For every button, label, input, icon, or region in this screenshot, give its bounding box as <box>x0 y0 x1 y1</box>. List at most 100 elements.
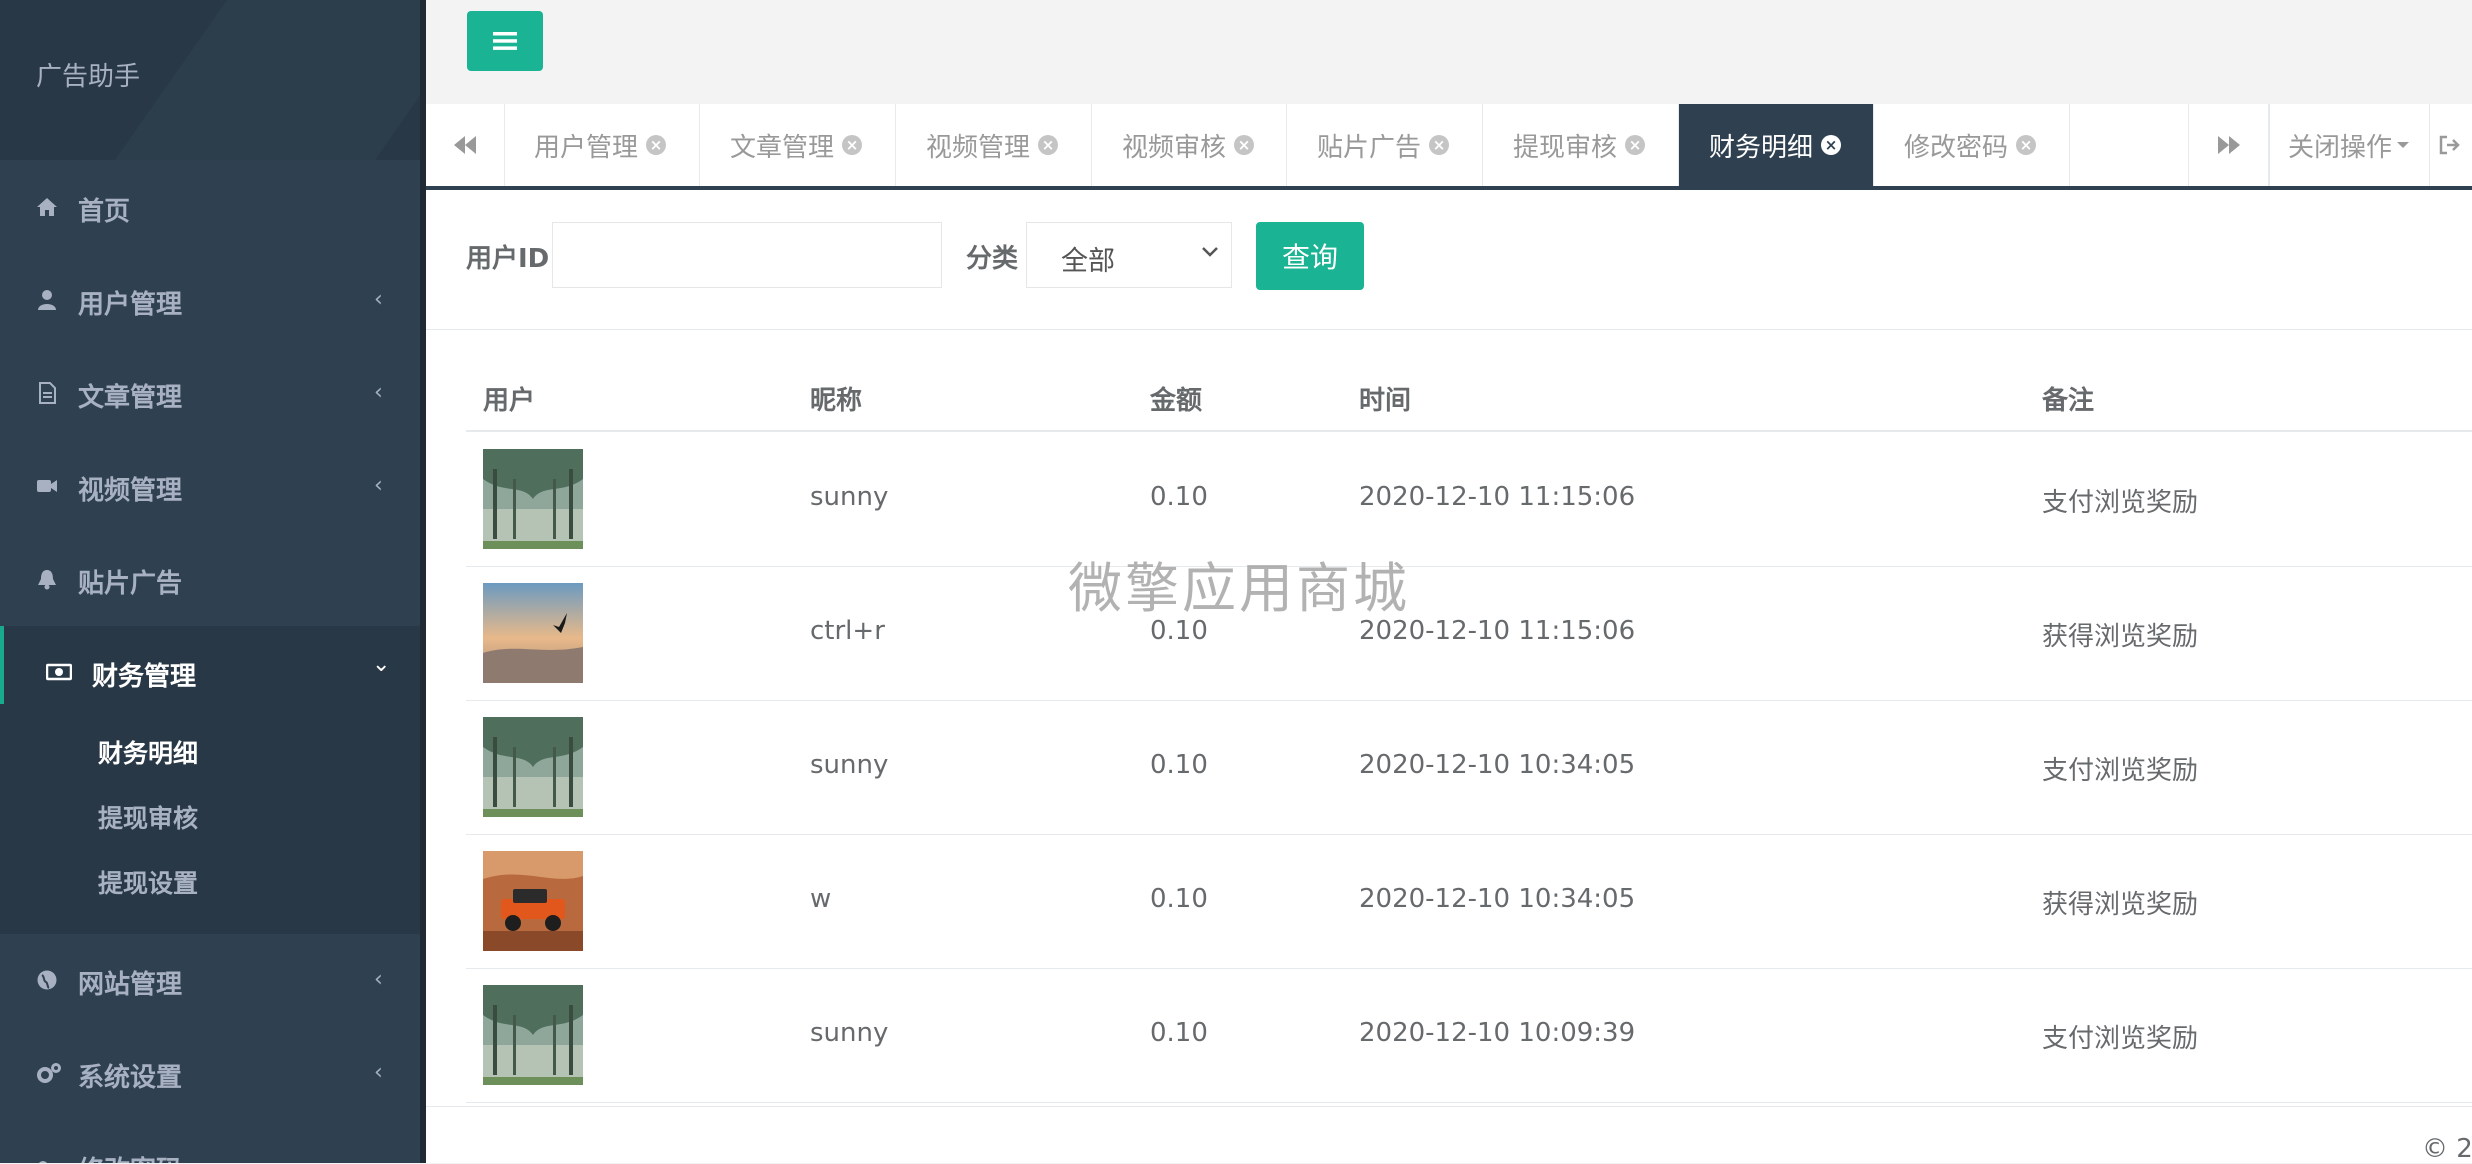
brand-title: 广告助手 <box>36 62 141 92</box>
gears-icon <box>37 1063 61 1083</box>
sidebar-item-label: 视频管理 <box>78 476 183 506</box>
sidebar-item-website[interactable]: 网站管理 ‹ <box>0 934 420 1027</box>
menu-toggle-button[interactable] <box>467 11 543 71</box>
column-header-amount: 金额 <box>1150 386 1203 416</box>
tab-label: 贴片广告 <box>1317 132 1422 163</box>
amount-cell: 0.10 <box>1150 884 1208 914</box>
tab-close-icon[interactable]: × <box>1429 135 1450 155</box>
note-cell: 获得浏览奖励 <box>2042 890 2199 920</box>
sidebar-item-articles[interactable]: 文章管理 ‹ <box>0 347 420 440</box>
tab-label: 修改密码 <box>1904 132 2009 163</box>
sidebar-item-label: 系统设置 <box>78 1063 183 1093</box>
close-operations-dropdown[interactable]: 关闭操作 <box>2268 104 2430 186</box>
amount-cell: 0.10 <box>1150 482 1208 512</box>
tab-label: 视频管理 <box>926 132 1031 163</box>
sidebar-item-label: 文章管理 <box>78 383 183 413</box>
sidebar: 广告助手 首页 用户管理 ‹ 文章管理 ‹ 视频管理 ‹ 贴片广告 财务明细 提… <box>0 0 420 1163</box>
watermark-text: 微擎应用商城 <box>1068 557 1410 620</box>
avatar-orange-suv-image <box>483 851 583 951</box>
tab-video-review[interactable]: 视频审核 × <box>1092 104 1287 186</box>
tab-label: 文章管理 <box>730 132 835 163</box>
tab-label: 提现审核 <box>1513 132 1618 163</box>
chevron-left-icon: ‹ <box>374 473 383 498</box>
tab-label: 用户管理 <box>534 132 639 163</box>
tab-bar: 用户管理 × 文章管理 × 视频管理 × 视频审核 × 贴片广告 × 提现审核 × 财务明细… <box>426 104 2472 190</box>
sidebar-item-home[interactable]: 首页 <box>0 161 420 254</box>
note-cell: 支付浏览奖励 <box>2042 1024 2199 1054</box>
tab-close-icon[interactable]: × <box>2016 135 2037 155</box>
avatar-forest-image <box>483 985 583 1085</box>
tab-scroll-right-button[interactable] <box>2188 104 2270 186</box>
query-button[interactable]: 查询 <box>1256 222 1364 290</box>
category-select[interactable]: 全部 <box>1026 222 1232 288</box>
sidebar-item-change-password[interactable]: 修改密码 <box>0 1120 420 1163</box>
tab-user-management[interactable]: 用户管理 × <box>504 104 700 186</box>
chevron-left-icon: ‹ <box>374 380 383 405</box>
tab-close-icon[interactable]: × <box>842 135 863 155</box>
chevron-left-icon: ‹ <box>374 967 383 992</box>
tab-patch-ads[interactable]: 贴片广告 × <box>1287 104 1483 186</box>
sidebar-item-label: 财务管理 <box>92 662 197 692</box>
column-header-note: 备注 <box>2042 386 2095 416</box>
sidebar-item-users[interactable]: 用户管理 ‹ <box>0 254 420 347</box>
sidebar-item-label: 修改密码 <box>78 1150 182 1163</box>
money-icon <box>46 663 72 681</box>
tab-video-management[interactable]: 视频管理 × <box>896 104 1092 186</box>
table-row: ctrl+r 0.10 2020-12-10 11:15:06 获得浏览奖励 <box>466 566 2472 701</box>
user-id-label: 用户ID <box>466 244 550 274</box>
submenu-item-finance-details[interactable]: 财务明细 <box>98 734 198 770</box>
tab-close-icon[interactable]: × <box>646 135 667 155</box>
divider <box>426 329 2472 330</box>
table-row: sunny 0.10 2020-12-10 10:09:39 支付浏览奖励 <box>466 968 2472 1103</box>
sidebar-item-finance[interactable]: 财务管理 ⌄ <box>0 626 420 704</box>
main-content: 用户ID 分类 全部 查询 用户 昵称 金额 时间 备注 sunny 0.10 … <box>426 190 2472 1164</box>
logout-button[interactable] <box>2428 104 2472 186</box>
sidebar-item-system-settings[interactable]: 系统设置 ‹ <box>0 1027 420 1120</box>
chevron-down-icon: ⌄ <box>372 652 391 677</box>
nickname-cell: sunny <box>810 750 889 780</box>
tab-label: 视频审核 <box>1122 132 1227 163</box>
tab-close-icon[interactable]: × <box>1234 135 1255 155</box>
key-icon <box>39 1161 47 1163</box>
submenu-item-withdraw-review[interactable]: 提现审核 <box>98 799 198 835</box>
category-label: 分类 <box>966 244 1019 274</box>
home-icon <box>37 198 57 216</box>
tab-close-icon[interactable]: × <box>1821 135 1842 155</box>
avatar-sunset-bird-image <box>483 583 583 683</box>
tab-label: 财务明细 <box>1709 132 1814 163</box>
sidebar-item-label: 贴片广告 <box>78 569 183 599</box>
tab-withdraw-review[interactable]: 提现审核 × <box>1483 104 1679 186</box>
amount-cell: 0.10 <box>1150 1018 1208 1048</box>
tab-scroll-left-button[interactable] <box>426 104 505 186</box>
sidebar-item-label: 用户管理 <box>78 290 183 320</box>
table-row: sunny 0.10 2020-12-10 10:34:05 支付浏览奖励 <box>466 700 2472 835</box>
close-operations-label: 关闭操作 <box>2287 132 2392 163</box>
user-id-input[interactable] <box>552 222 942 288</box>
sidebar-item-videos[interactable]: 视频管理 ‹ <box>0 440 420 533</box>
sidebar-item-ads[interactable]: 贴片广告 <box>0 533 420 626</box>
chevron-left-icon: ‹ <box>374 287 383 312</box>
time-cell: 2020-12-10 11:15:06 <box>1359 482 1636 512</box>
globe-icon <box>37 970 57 990</box>
tab-close-icon[interactable]: × <box>1625 135 1646 155</box>
forward-icon <box>2218 136 2240 154</box>
tab-finance-details[interactable]: 财务明细 × <box>1679 104 1874 186</box>
column-header-user: 用户 <box>483 386 536 416</box>
time-cell: 2020-12-10 10:09:39 <box>1359 1018 1636 1048</box>
table-row: w 0.10 2020-12-10 10:34:05 获得浏览奖励 <box>466 834 2472 969</box>
submenu-item-withdraw-settings[interactable]: 提现设置 <box>98 864 198 900</box>
tab-change-password[interactable]: 修改密码 × <box>1874 104 2070 186</box>
user-icon <box>38 290 56 310</box>
bell-icon <box>38 570 56 590</box>
column-header-time: 时间 <box>1359 386 1412 416</box>
table-row: sunny 0.10 2020-12-10 11:15:06 支付浏览奖励 <box>466 432 2472 567</box>
file-icon <box>39 382 56 404</box>
backward-icon <box>454 136 476 154</box>
chevron-down-icon <box>1202 247 1218 257</box>
amount-cell: 0.10 <box>1150 750 1208 780</box>
chevron-left-icon: ‹ <box>374 1060 383 1085</box>
nickname-cell: ctrl+r <box>810 616 885 646</box>
tab-close-icon[interactable]: × <box>1038 135 1059 155</box>
tab-article-management[interactable]: 文章管理 × <box>700 104 896 186</box>
hamburger-icon <box>493 32 517 50</box>
